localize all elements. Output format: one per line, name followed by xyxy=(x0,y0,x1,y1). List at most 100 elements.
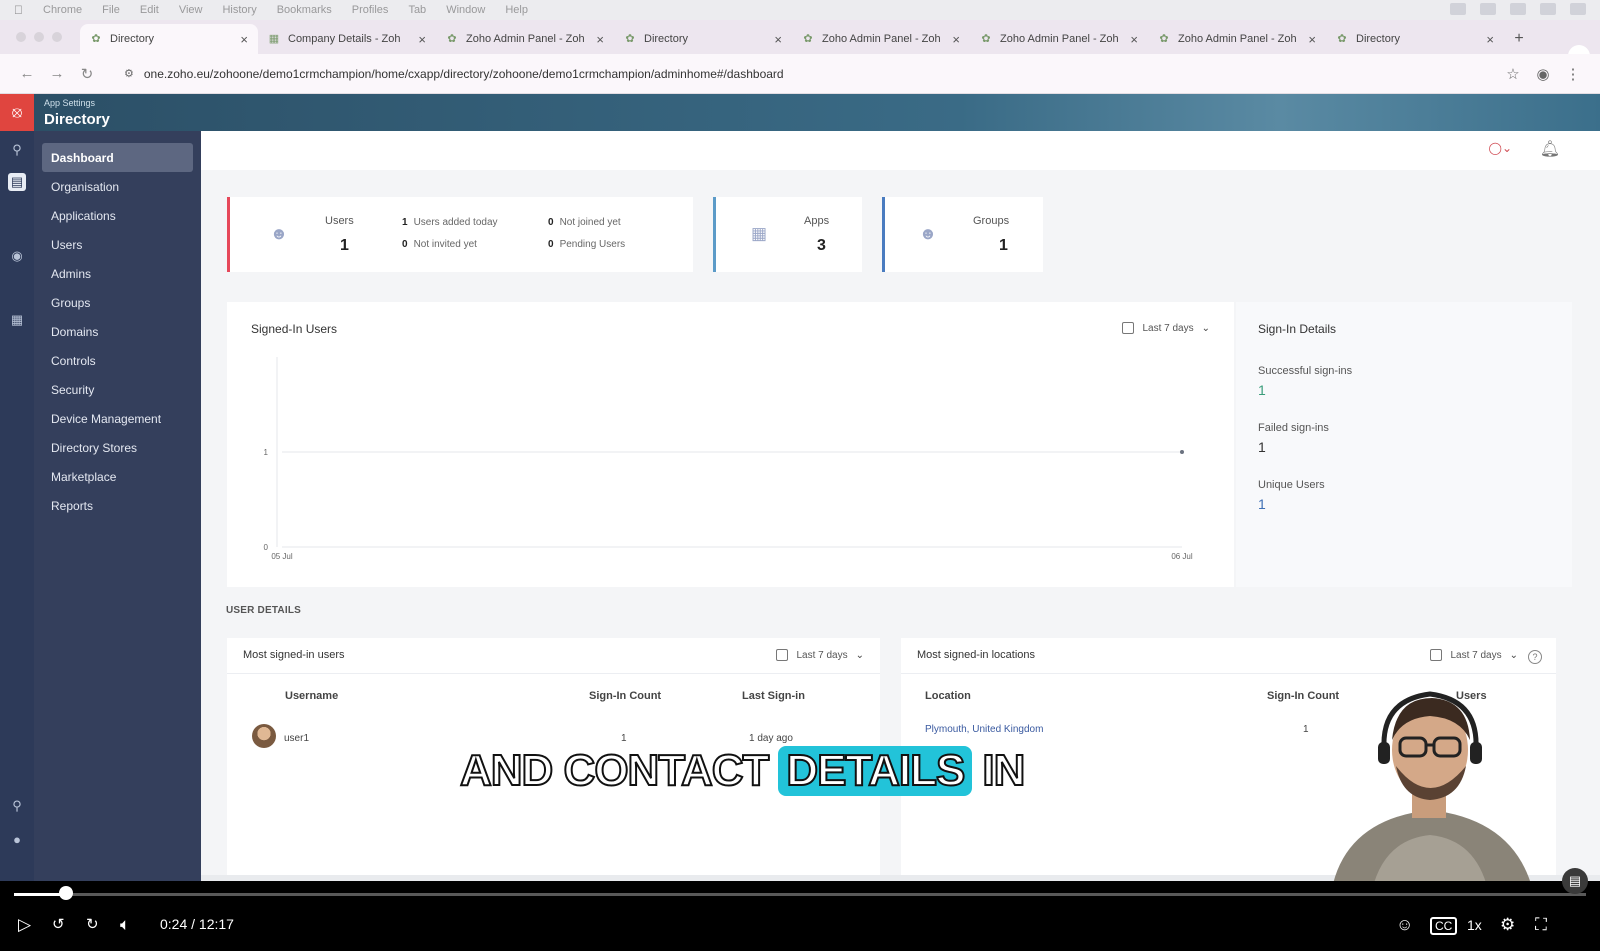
caption-highlight: DETAILS xyxy=(778,745,973,796)
sidebar-item-marketplace[interactable]: Marketplace xyxy=(42,462,193,491)
playback-speed-button[interactable]: 1x xyxy=(1467,915,1482,935)
apps-kpi-card[interactable]: ▦ Apps 3 xyxy=(713,197,862,272)
apple-icon[interactable]:  xyxy=(14,3,23,17)
sidebar-item-domains[interactable]: Domains xyxy=(42,317,193,346)
zoom-window-button[interactable] xyxy=(52,32,62,42)
zoho-one-logo-icon[interactable]: ⦻ xyxy=(0,94,34,131)
chart-y-tick-label: 1 xyxy=(264,448,269,457)
column-sign-in-count[interactable]: Sign-In Count xyxy=(589,690,661,702)
browser-tab[interactable]: ✿ Directory × xyxy=(80,24,258,54)
column-location[interactable]: Location xyxy=(925,690,971,702)
close-tab-icon[interactable]: × xyxy=(952,32,960,47)
close-tab-icon[interactable]: × xyxy=(240,32,248,47)
close-tab-icon[interactable]: × xyxy=(1486,32,1494,47)
row-location[interactable]: Plymouth, United Kingdom xyxy=(925,724,1043,735)
search-icon[interactable]: ⚲ xyxy=(8,141,26,159)
url-field[interactable]: ⚙ one.zoho.eu/zohoone/demo1crmchampion/h… xyxy=(112,60,1488,88)
status-icon[interactable] xyxy=(1450,3,1466,15)
audio-description-icon[interactable]: ☺ xyxy=(1396,915,1413,935)
sidebar-item-reports[interactable]: Reports xyxy=(42,491,193,520)
menu-profiles[interactable]: Profiles xyxy=(352,4,389,16)
more-menu-icon[interactable]: ⋮ xyxy=(1558,65,1588,83)
column-username[interactable]: Username xyxy=(285,690,338,702)
chevron-down-icon: ⌄ xyxy=(855,649,864,661)
menu-tab[interactable]: Tab xyxy=(408,4,426,16)
wifi-icon[interactable] xyxy=(1540,3,1556,15)
minimize-window-button[interactable] xyxy=(34,32,44,42)
menu-window[interactable]: Window xyxy=(446,4,485,16)
close-tab-icon[interactable]: × xyxy=(418,32,426,47)
browser-tab[interactable]: ✿ Directory × xyxy=(614,24,792,54)
eye-icon[interactable]: ◉ xyxy=(8,247,26,265)
sidebar-item-device-management[interactable]: Device Management xyxy=(42,404,193,433)
bookmark-star-icon[interactable]: ☆ xyxy=(1498,65,1528,83)
menu-edit[interactable]: Edit xyxy=(140,4,159,16)
failed-sign-ins-value[interactable]: 1 xyxy=(1258,439,1266,455)
closed-captions-icon[interactable]: CC xyxy=(1430,917,1458,935)
sidebar-item-applications[interactable]: Applications xyxy=(42,201,193,230)
close-tab-icon[interactable]: × xyxy=(596,32,604,47)
tab-title: Directory xyxy=(1356,33,1401,45)
users-range-select[interactable]: Last 7 days ⌄ xyxy=(776,649,864,661)
transcript-icon[interactable]: ▤ xyxy=(1562,868,1588,894)
sidebar-item-security[interactable]: Security xyxy=(42,375,193,404)
sidebar-item-users[interactable]: Users xyxy=(42,230,193,259)
menu-bookmarks[interactable]: Bookmarks xyxy=(277,4,332,16)
directory-icon[interactable]: ▤ xyxy=(8,173,26,191)
close-tab-icon[interactable]: × xyxy=(1308,32,1316,47)
back-arrow-icon[interactable]: ← xyxy=(12,65,42,82)
groups-kpi-card[interactable]: ☻ Groups 1 xyxy=(882,197,1043,272)
video-progress-track[interactable] xyxy=(14,893,1586,896)
close-window-button[interactable] xyxy=(16,32,26,42)
status-icon[interactable] xyxy=(1510,3,1526,15)
zoom-icon[interactable]: ⚲ xyxy=(8,797,26,815)
site-info-icon[interactable]: ⚙ xyxy=(124,67,134,80)
profile-icon[interactable]: ◉ xyxy=(1528,65,1558,83)
successful-sign-ins-value[interactable]: 1 xyxy=(1258,382,1266,398)
fullscreen-icon[interactable]: ⛶ xyxy=(1535,915,1547,935)
search-icon[interactable] xyxy=(1570,3,1586,15)
notification-bell-icon[interactable]: 🔔︎ xyxy=(1540,139,1560,159)
sidebar-item-admins[interactable]: Admins xyxy=(42,259,193,288)
reload-icon[interactable]: ↻ xyxy=(72,65,102,83)
forward-10-icon[interactable]: ↻ xyxy=(86,915,99,935)
users-range-label: Last 7 days xyxy=(796,649,848,661)
sidebar-item-controls[interactable]: Controls xyxy=(42,346,193,375)
help-icon[interactable]: ● xyxy=(8,831,26,849)
menu-chrome[interactable]: Chrome xyxy=(43,4,82,16)
settings-gear-icon[interactable]: ⚙ xyxy=(1500,915,1515,935)
apps-kpi-value: 3 xyxy=(817,237,826,254)
volume-icon[interactable]: 🔈︎ xyxy=(120,915,130,935)
browser-tab[interactable]: ✿ Zoho Admin Panel - Zoh × xyxy=(1148,24,1326,54)
menu-file[interactable]: File xyxy=(102,4,120,16)
sidebar-item-organisation[interactable]: Organisation xyxy=(42,172,193,201)
users-kpi-card[interactable]: ☻ Users 1 1 Users added today 0 Not invite… xyxy=(227,197,693,272)
rewind-10-icon[interactable]: ↺ xyxy=(52,915,65,935)
video-scrubber-handle[interactable] xyxy=(58,886,73,900)
apps-icon[interactable]: ▦ xyxy=(8,311,26,329)
locations-range-select[interactable]: Last 7 days ⌄ xyxy=(1430,649,1518,661)
sidebar-item-groups[interactable]: Groups xyxy=(42,288,193,317)
status-icon[interactable] xyxy=(1480,3,1496,15)
browser-tab[interactable]: ✿ Zoho Admin Panel - Zoh × xyxy=(436,24,614,54)
close-tab-icon[interactable]: × xyxy=(774,32,782,47)
column-last-sign-in[interactable]: Last Sign-in xyxy=(742,690,805,702)
browser-tab[interactable]: ✿ Directory × xyxy=(1326,24,1504,54)
browser-tab[interactable]: ✿ Zoho Admin Panel - Zoh × xyxy=(970,24,1148,54)
unique-users-value[interactable]: 1 xyxy=(1258,496,1266,512)
close-tab-icon[interactable]: × xyxy=(1130,32,1138,47)
forward-arrow-icon[interactable]: → xyxy=(42,65,72,82)
profile-switch-icon[interactable]: ◯⌄ xyxy=(1489,141,1512,155)
browser-tab[interactable]: ▦ Company Details - Zoh × xyxy=(258,24,436,54)
help-question-icon[interactable]: ? xyxy=(1528,650,1542,664)
menu-history[interactable]: History xyxy=(222,4,256,16)
browser-tab[interactable]: ✿ Zoho Admin Panel - Zoh × xyxy=(792,24,970,54)
sidebar-item-directory-stores[interactable]: Directory Stores xyxy=(42,433,193,462)
sidebar-item-dashboard[interactable]: Dashboard xyxy=(42,143,193,172)
row-username[interactable]: user1 xyxy=(284,733,309,744)
new-tab-button[interactable]: + xyxy=(1504,24,1534,54)
menu-help[interactable]: Help xyxy=(505,4,528,16)
play-icon[interactable]: ▷ xyxy=(18,915,31,935)
sidebar-nav: Dashboard Organisation Applications User… xyxy=(34,131,201,881)
menu-view[interactable]: View xyxy=(179,4,203,16)
